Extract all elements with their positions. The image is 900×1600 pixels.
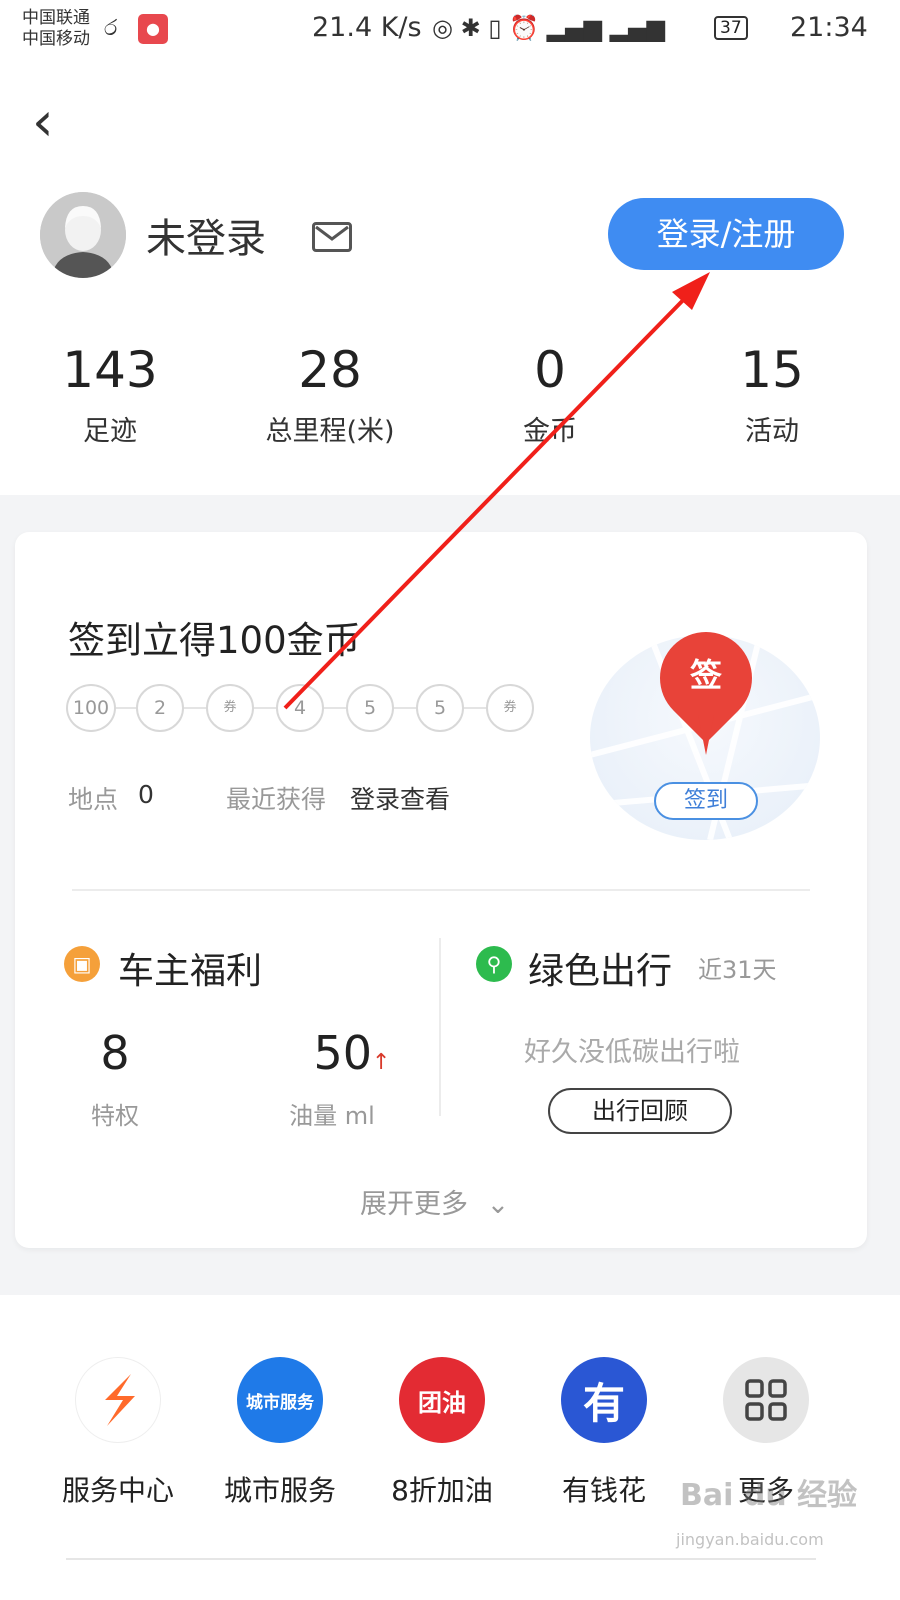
annotation-arrow: [283, 272, 710, 710]
bottom-divider: [66, 1558, 816, 1560]
baidu-watermark: Bai du 经验: [680, 1478, 858, 1513]
baidu-watermark-url: jingyan.baidu.com: [676, 1530, 824, 1549]
